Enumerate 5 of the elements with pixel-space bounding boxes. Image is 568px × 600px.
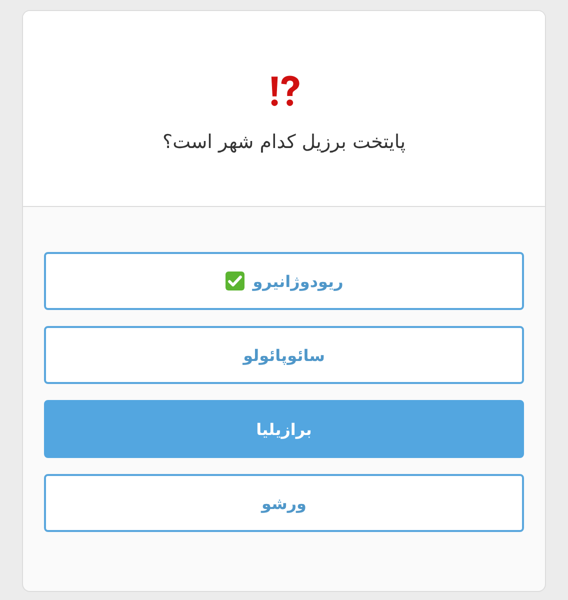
answer-option[interactable]: برازیلیا bbox=[44, 400, 524, 458]
question-text: پایتخت برزیل کدام شهر است؟ bbox=[162, 131, 406, 153]
answer-option[interactable]: ورشو bbox=[44, 474, 524, 532]
answer-option[interactable]: سائوپائولو bbox=[44, 326, 524, 384]
answer-option[interactable]: ریودوژانیرو bbox=[44, 252, 524, 310]
